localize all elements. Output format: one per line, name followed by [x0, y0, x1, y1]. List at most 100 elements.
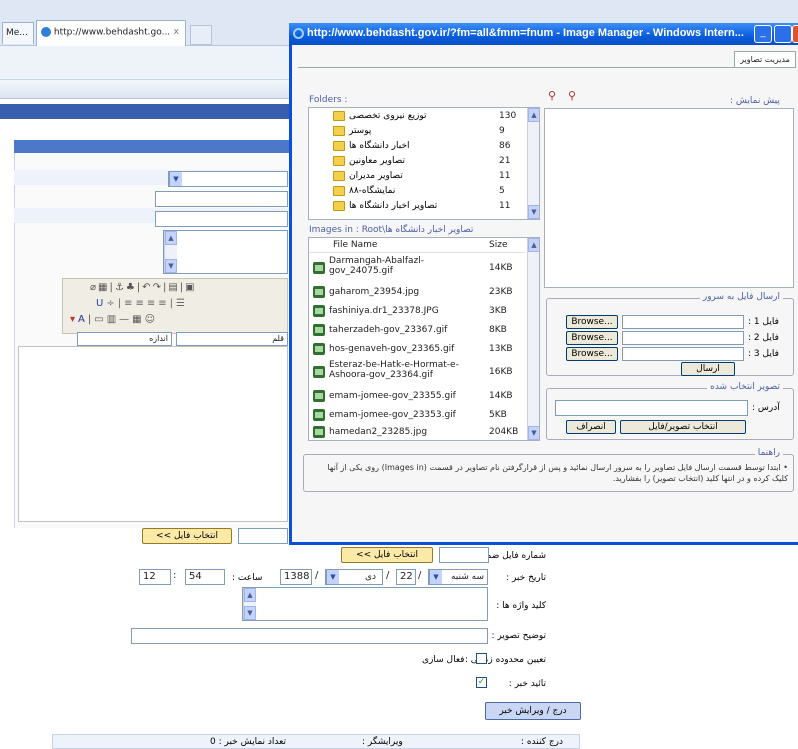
- editor-body[interactable]: [18, 346, 288, 522]
- file-list[interactable]: ▲ ▼ File Name Size Darmangah-Abalfazl-gov…: [308, 237, 540, 441]
- day-input[interactable]: 22: [396, 569, 416, 585]
- browse-button-3[interactable]: Browse...: [566, 347, 618, 361]
- folder-icon: [333, 126, 345, 136]
- browser-tab-2[interactable]: http://www.behdasht.go... x: [36, 20, 186, 46]
- minute-input[interactable]: 54: [185, 569, 225, 585]
- folder-item[interactable]: اخبار دانشگاه ها 86: [309, 139, 525, 154]
- hr-icon[interactable]: —: [119, 314, 132, 325]
- image-desc-input[interactable]: [131, 628, 488, 644]
- folder-item[interactable]: نمایشگاه-۸۸ 5: [309, 184, 525, 199]
- address-input[interactable]: [555, 400, 748, 416]
- editor-toolbar-row1[interactable]: ⌀▦|⚓♣|↶↷|▤|▣: [90, 282, 288, 294]
- editor-toolbar-row3[interactable]: ▾A|▭▥—▦☺: [70, 314, 288, 326]
- file-row[interactable]: hos-genaveh-gov_23365.gif 13KB: [309, 340, 525, 359]
- font-family-select[interactable]: قلم: [176, 332, 288, 346]
- close-tab-icon[interactable]: x: [174, 27, 179, 37]
- folder-icon: [333, 156, 345, 166]
- hour-input[interactable]: 12: [139, 569, 171, 585]
- media-icon[interactable]: ▥: [107, 314, 119, 325]
- attach-file-button[interactable]: << انتخاب فایل: [142, 528, 232, 544]
- browse-button-2[interactable]: Browse...: [566, 331, 618, 345]
- file-row[interactable]: Esteraz-be-Hatk-e-Hormat-e-Ashoora-gov_2…: [309, 359, 525, 385]
- file-row[interactable]: Darmangah-Abalfazl-gov_24075.gif 14KB: [309, 255, 525, 281]
- folder-item[interactable]: تصاویر مدیران 11: [309, 169, 525, 184]
- category-select[interactable]: ▼: [168, 171, 288, 187]
- anchor-icon[interactable]: ⚓: [115, 282, 126, 293]
- folder-item[interactable]: توزیع نیروی تخصصی 130: [309, 109, 525, 124]
- label-views: تعداد نمایش خبر : 0: [210, 737, 286, 747]
- month-select[interactable]: دی ▼: [325, 569, 383, 585]
- folder-item[interactable]: پوستر 9: [309, 124, 525, 139]
- redo-icon[interactable]: ↷: [153, 282, 163, 293]
- print-icon[interactable]: ▤: [168, 282, 179, 293]
- file-list-header: File Name Size: [309, 238, 525, 253]
- file-input-1[interactable]: [622, 315, 744, 329]
- subtitle-input[interactable]: [155, 211, 288, 227]
- date-sep: /: [315, 570, 319, 581]
- summary-textarea[interactable]: ▲ ▼: [163, 230, 288, 274]
- find-icon[interactable]: ♣: [126, 282, 137, 293]
- font-size-select[interactable]: اندازه: [77, 332, 172, 346]
- file-row[interactable]: hamedan2_23285.jpg 204KB: [309, 423, 525, 440]
- weekday-select[interactable]: سه شنبه ▼: [428, 569, 488, 585]
- file-input-2[interactable]: [622, 331, 744, 345]
- zoom-in-icon[interactable]: ⚲: [548, 89, 556, 102]
- text-color-icon[interactable]: ▾: [70, 314, 78, 325]
- minimize-button[interactable]: _: [754, 25, 772, 43]
- file-row[interactable]: emam-jomee-gov_23355.gif 14KB: [309, 387, 525, 406]
- maximize-button[interactable]: [774, 25, 792, 43]
- grid-icon[interactable]: ▦: [132, 314, 144, 325]
- editor-toolbar-row2[interactable]: U÷|≡≡≡≡|☰: [96, 298, 288, 310]
- tab-image-manager[interactable]: مدیریت تصاویر: [734, 51, 796, 67]
- justify-icon[interactable]: ≡: [158, 298, 169, 309]
- list-icon[interactable]: ☰: [176, 298, 188, 309]
- chevron-down-icon: ▼: [429, 570, 442, 584]
- image-file-icon: [313, 390, 325, 402]
- footer-row: [52, 734, 580, 749]
- underline-icon[interactable]: U: [96, 298, 106, 309]
- folder-item[interactable]: تصاویر اخبار دانشگاه ها 11: [309, 199, 525, 214]
- browse-button-1[interactable]: Browse...: [566, 315, 618, 329]
- zoom-out-icon[interactable]: ⚲: [568, 89, 576, 102]
- file-row[interactable]: gaharom_23954.jpg 23KB: [309, 283, 525, 302]
- browser-tab-1[interactable]: Me...: [2, 22, 34, 44]
- chevron-down-icon: ▼: [169, 172, 182, 186]
- activate-checkbox[interactable]: [476, 653, 487, 664]
- cancel-button[interactable]: انصراف: [566, 420, 616, 434]
- folder-list[interactable]: ▲ ▼ توزیع نیروی تخصصی 130 پوستر 9 اخبار د…: [308, 107, 540, 220]
- bulletin-select-button[interactable]: << انتخاب فایل: [341, 547, 433, 563]
- select-image-button[interactable]: انتخاب تصویر/فایل: [620, 420, 746, 434]
- align-center-icon[interactable]: ≡: [135, 298, 146, 309]
- keywords-textarea[interactable]: ▲ ▼: [242, 587, 488, 621]
- submit-button[interactable]: درج / ویرایش خبر: [485, 702, 581, 720]
- file-input-3[interactable]: [622, 347, 744, 361]
- file-row[interactable]: fashiniya.dr1_23378.JPG 3KB: [309, 302, 525, 321]
- preview-area[interactable]: [544, 108, 794, 288]
- folder-item[interactable]: تصاویر معاونین 21: [309, 154, 525, 169]
- smiley-icon[interactable]: ☺: [145, 314, 158, 325]
- tab-label: http://www.behdasht.go...: [53, 27, 171, 38]
- strike-icon[interactable]: ÷: [106, 298, 117, 309]
- close-button[interactable]: [792, 25, 798, 43]
- bg-color-icon[interactable]: A: [78, 314, 88, 325]
- bulletin-number-input[interactable]: [439, 547, 489, 563]
- undo-icon[interactable]: ↶: [142, 282, 152, 293]
- align-right-icon[interactable]: ≡: [124, 298, 135, 309]
- label-news-date: تاریخ خبر :: [506, 573, 546, 583]
- attach-file-input[interactable]: [238, 528, 288, 544]
- title-input[interactable]: [155, 191, 288, 207]
- image-icon[interactable]: ▭: [94, 314, 106, 325]
- align-left-icon[interactable]: ≡: [147, 298, 158, 309]
- tab-label: Me...: [6, 28, 28, 38]
- send-button[interactable]: ارسال: [681, 362, 735, 376]
- new-tab-button[interactable]: [190, 25, 212, 45]
- ie-icon: [293, 28, 304, 39]
- window-titlebar[interactable]: http://www.behdasht.gov.ir/?fm=all&fmm=f…: [289, 23, 798, 45]
- table-icon[interactable]: ▦: [98, 282, 109, 293]
- paste-icon[interactable]: ▣: [185, 282, 196, 293]
- confirm-checkbox[interactable]: ✓: [476, 677, 487, 688]
- year-input[interactable]: 1388: [280, 569, 312, 585]
- file-row[interactable]: taherzadeh-gov_23367.gif 8KB: [309, 321, 525, 340]
- label-image-desc: توضیح تصویر :: [491, 631, 546, 641]
- eraser-icon[interactable]: ⌀: [90, 282, 98, 293]
